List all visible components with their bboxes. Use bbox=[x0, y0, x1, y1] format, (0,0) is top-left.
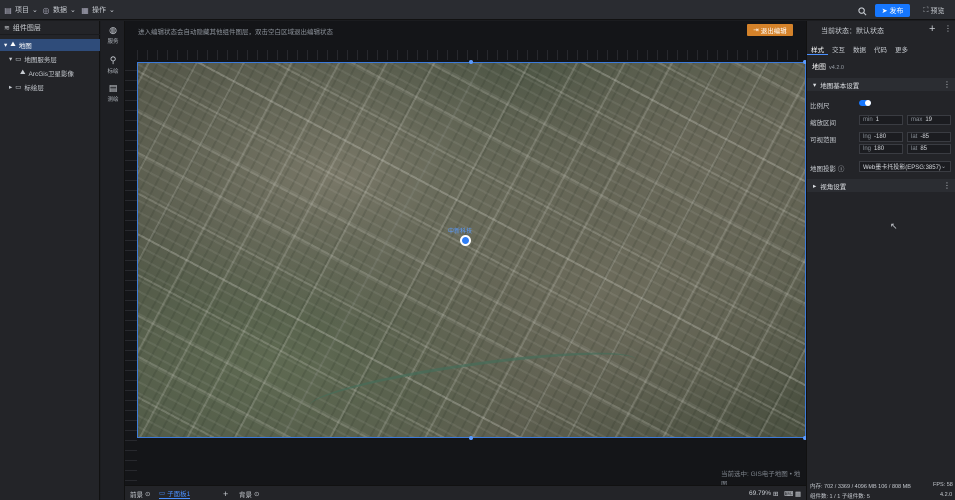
component-count: 组件数: 1 / 1 子组件数: 5 bbox=[810, 494, 870, 500]
tab-background[interactable]: 背景 ⊙ bbox=[239, 488, 259, 499]
chevron-down-icon: ⌄ bbox=[940, 164, 946, 170]
plot-tool[interactable]: ⚲ 标绘 bbox=[101, 55, 125, 75]
selection-info: 当前选中: GIS电子地图 • 地图 bbox=[721, 471, 801, 485]
add-state-button[interactable]: + bbox=[929, 23, 935, 35]
caret-down-icon: ▾ bbox=[4, 42, 8, 49]
resize-handle-bottom[interactable] bbox=[469, 436, 473, 440]
lng-min-input[interactable]: lng -180 bbox=[859, 132, 903, 142]
ruler-horizontal bbox=[137, 50, 806, 60]
tab-more[interactable]: 更多 bbox=[891, 43, 912, 55]
preview-button[interactable]: ⛶ 预览 bbox=[917, 4, 951, 17]
chevron-down-icon: ⌄ bbox=[109, 7, 115, 14]
zoom-level[interactable]: 69.79% bbox=[749, 488, 771, 499]
menu-project[interactable]: ▤ 项目 ⌄ bbox=[4, 4, 38, 16]
measure-tool[interactable]: ▤ 测绘 bbox=[101, 83, 125, 103]
edit-hint: 进入编辑状态会自动隐藏其他组件图层，双击空白区域退出编辑状态 bbox=[138, 29, 333, 36]
component-title: 地图 v4.2.0 bbox=[812, 64, 844, 71]
tab-style[interactable]: 样式 bbox=[807, 43, 828, 55]
tab-data[interactable]: 数据 bbox=[849, 43, 870, 55]
scale-label: 比例尺 bbox=[810, 103, 830, 110]
map-icon: ⛰ bbox=[10, 41, 16, 48]
tab-interaction[interactable]: 交互 bbox=[828, 43, 849, 55]
resize-handle-top[interactable] bbox=[469, 60, 473, 64]
more-icon[interactable]: ⋮ bbox=[943, 80, 951, 89]
tab-code[interactable]: 代码 bbox=[870, 43, 891, 55]
settings-icon: ⊙ bbox=[254, 490, 260, 498]
current-state: 当前状态：默认状态 bbox=[821, 28, 884, 35]
fps-status: FPS: 58 bbox=[933, 482, 953, 488]
top-toolbar: ▤ 项目 ⌄ ◎ 数据 ⌄ ▦ 操作 ⌄ ➤ 发布 ⛶ 预览 bbox=[0, 0, 955, 20]
mouse-cursor-icon: ↖ bbox=[890, 221, 898, 231]
layer-panel-header: ≋ 组件图层 bbox=[0, 21, 100, 35]
caret-down-icon: ▾ bbox=[813, 81, 817, 89]
section-view-settings[interactable]: ▸ 视角设置 ⋮ bbox=[807, 179, 955, 192]
chevron-down-icon: ⌄ bbox=[70, 7, 76, 14]
lat-min-input[interactable]: lat -85 bbox=[907, 132, 951, 142]
lng-max-input[interactable]: lng 180 bbox=[859, 144, 903, 154]
caret-right-icon: ▸ bbox=[813, 182, 817, 190]
chevron-down-icon: ⌄ bbox=[32, 7, 38, 14]
layers-icon: ▤ bbox=[4, 5, 12, 15]
tab-subpanel-1[interactable]: ▭ 子面板1 bbox=[159, 488, 191, 499]
window-icon: ▭ bbox=[159, 490, 166, 497]
pin-icon: ⚲ bbox=[109, 55, 117, 65]
ruler-icon: ▤ bbox=[108, 83, 118, 93]
panel-tabs-bar: 前景 ⊙ ▭ 子面板1 + 背景 ⊙ 69.79% ⊞ ⌨ ▦ bbox=[125, 485, 806, 500]
grid-icon: ▦ bbox=[81, 5, 89, 15]
folder-icon: ▭ bbox=[15, 56, 22, 63]
editor-canvas[interactable]: 进入编辑状态会自动隐藏其他组件图层，双击空白区域退出编辑状态 ⇥ 退出编辑 中新… bbox=[125, 21, 806, 485]
layer-panel: ≋ 组件图层 ▾ ⛰ 地图 ▾ ▭ 地图服务层 ⛰ ArcGis卫星影像 ▸ ▭… bbox=[0, 21, 100, 500]
layer-row-arcgis[interactable]: ⛰ ArcGis卫星影像 bbox=[0, 67, 100, 79]
visible-range-label: 可视范围 bbox=[810, 137, 836, 144]
property-tabs: 样式 交互 数据 代码 更多 bbox=[807, 43, 955, 55]
location-marker[interactable] bbox=[460, 235, 471, 246]
send-icon: ➤ bbox=[881, 7, 888, 15]
layer-row-map-service[interactable]: ▾ ▭ 地图服务层 bbox=[0, 53, 100, 65]
folder-icon: ▭ bbox=[15, 84, 22, 91]
zoom-range-label: 缩放区间 bbox=[810, 120, 836, 127]
layers-icon: ≋ bbox=[4, 24, 10, 32]
exit-edit-button[interactable]: ⇥ 退出编辑 bbox=[747, 24, 793, 36]
layer-row-map[interactable]: ▾ ⛰ 地图 bbox=[0, 39, 100, 51]
tab-foreground[interactable]: 前景 ⊙ bbox=[130, 488, 150, 499]
projection-select[interactable]: Web墨卡托投影(EPSG:3857) ⌄ bbox=[859, 161, 951, 172]
map-icon: ⛰ bbox=[20, 69, 26, 76]
projection-label: 地图投影 ⓘ bbox=[810, 166, 845, 173]
property-panel: 当前状态：默认状态 + ⋮ 样式 交互 数据 代码 更多 地图 v4.2.0 ▾… bbox=[806, 21, 955, 500]
version-status: 4.2.0 bbox=[940, 492, 953, 498]
more-icon[interactable]: ⋮ bbox=[943, 181, 951, 190]
ruler-vertical bbox=[125, 61, 137, 481]
more-icon[interactable]: ⋮ bbox=[944, 24, 952, 33]
zoom-max-input[interactable]: max 19 bbox=[907, 115, 951, 125]
layer-row-plot[interactable]: ▸ ▭ 标绘层 bbox=[0, 81, 100, 93]
zoom-min-input[interactable]: min 1 bbox=[859, 115, 903, 125]
scale-toggle[interactable] bbox=[859, 100, 871, 106]
satellite-map[interactable]: 中新科技 bbox=[137, 62, 806, 438]
tool-iconbar: ◍ 服务 ⚲ 标绘 ▤ 测绘 bbox=[101, 21, 125, 500]
keyboard-icon[interactable]: ⌨ bbox=[784, 488, 793, 499]
settings-icon: ⊙ bbox=[145, 490, 151, 498]
menu-data[interactable]: ◎ 数据 ⌄ bbox=[42, 4, 76, 16]
help-icon[interactable]: ⓘ bbox=[838, 166, 845, 173]
lat-max-input[interactable]: lat 85 bbox=[907, 144, 951, 154]
database-icon: ◎ bbox=[42, 5, 50, 15]
memory-status: 内存: 702 / 3369 / 4096 MB 106 / 808 MB bbox=[810, 484, 911, 490]
caret-right-icon: ▸ bbox=[9, 84, 13, 91]
grid-toggle-icon[interactable]: ▦ bbox=[795, 488, 801, 499]
service-tool[interactable]: ◍ 服务 bbox=[101, 25, 125, 45]
fullscreen-icon: ⛶ bbox=[923, 6, 929, 14]
search-icon[interactable] bbox=[858, 5, 867, 17]
publish-button[interactable]: ➤ 发布 bbox=[875, 4, 910, 17]
marker-label: 中新科技 bbox=[448, 229, 473, 235]
caret-down-icon: ▾ bbox=[9, 56, 13, 63]
add-panel-button[interactable]: + bbox=[223, 488, 228, 499]
globe-icon: ◍ bbox=[109, 25, 117, 35]
fit-screen-icon[interactable]: ⊞ bbox=[773, 488, 778, 499]
section-basic-settings[interactable]: ▾ 地图基本设置 ⋮ bbox=[807, 78, 955, 91]
menu-operations[interactable]: ▦ 操作 ⌄ bbox=[81, 4, 115, 16]
exit-icon: ⇥ bbox=[753, 27, 759, 34]
